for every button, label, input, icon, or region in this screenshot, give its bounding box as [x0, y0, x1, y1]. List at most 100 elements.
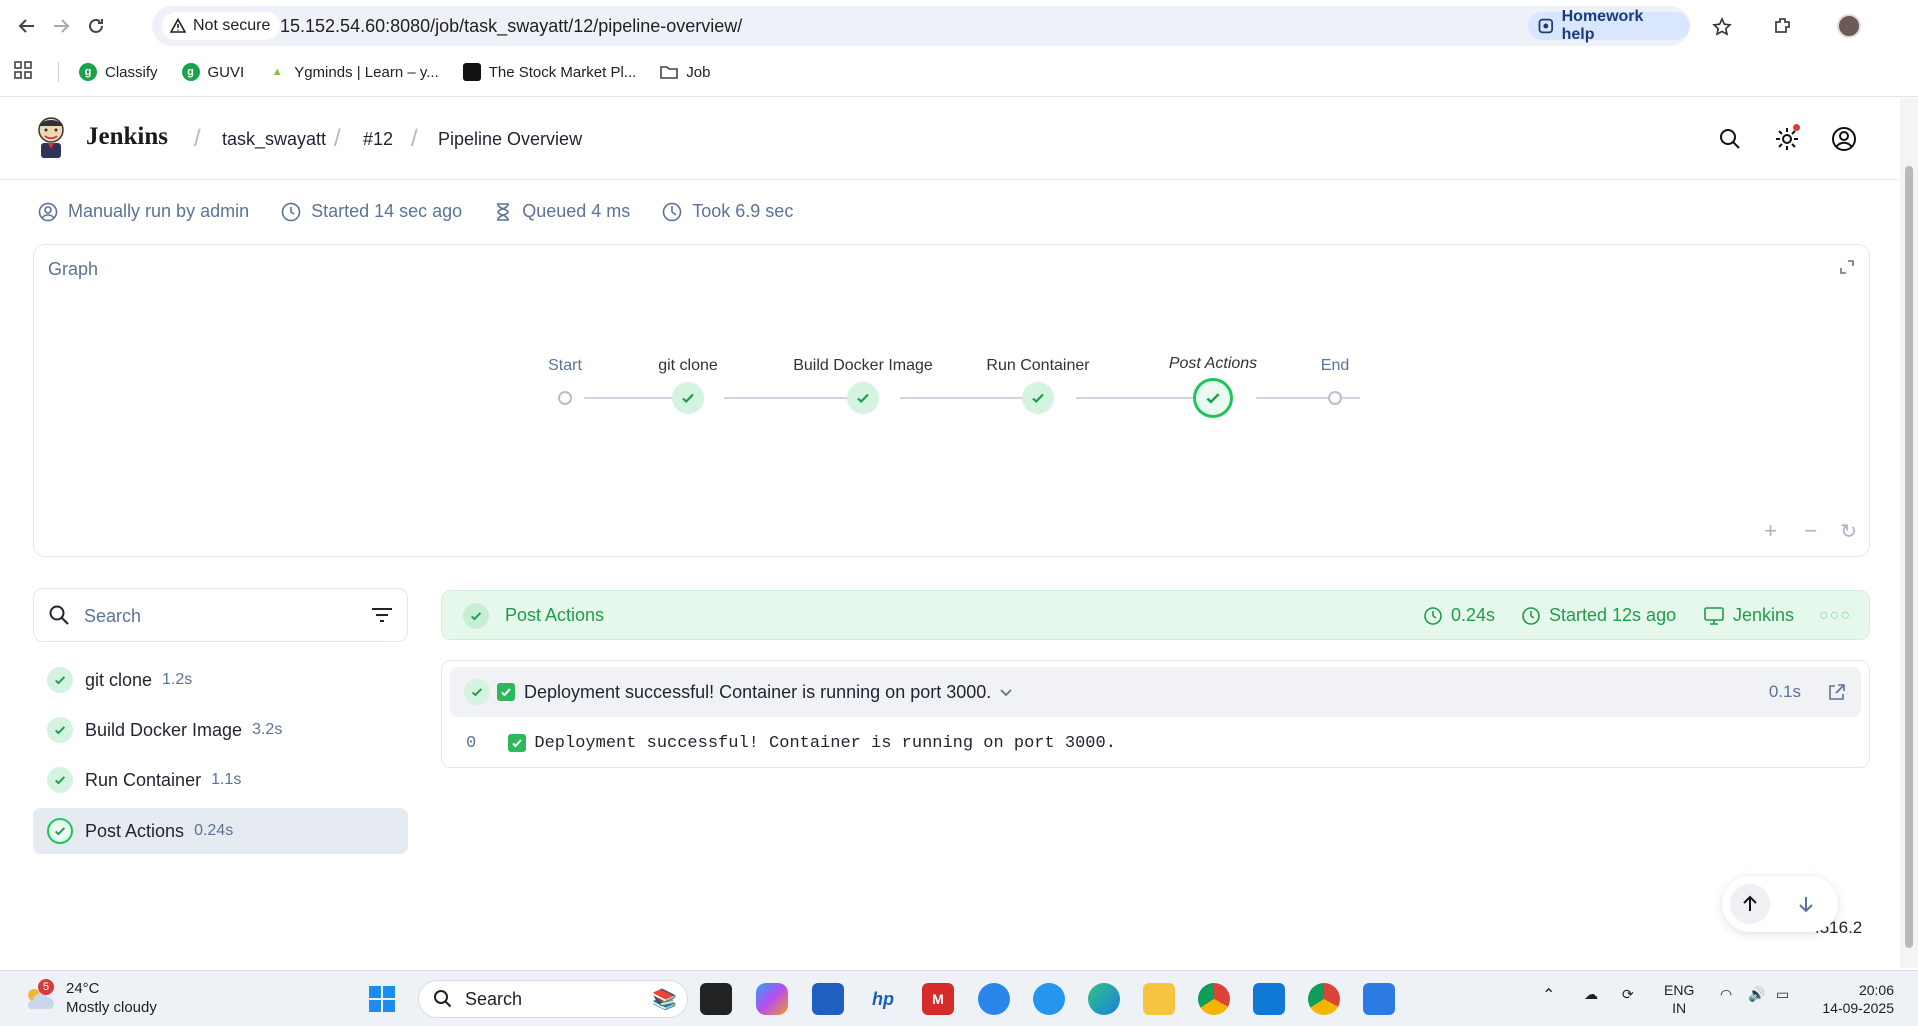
weather-widget[interactable]: 5 24°C Mostly cloudy: [22, 979, 157, 1017]
docker-icon[interactable]: [1033, 983, 1065, 1015]
stage-duration: 3.2s: [252, 721, 283, 738]
clock[interactable]: 20:06 14-09-2025: [1812, 981, 1894, 1017]
volume-icon[interactable]: 🔊: [1748, 985, 1765, 1003]
apps-grid-icon[interactable]: [14, 61, 34, 83]
more-options-icon[interactable]: ○○○: [1819, 607, 1851, 625]
pen-app-icon[interactable]: [978, 983, 1010, 1015]
graph-label-build-docker-image: Build Docker Image: [793, 357, 933, 374]
mcafee-icon[interactable]: M: [922, 983, 954, 1015]
books-icon: 📚: [652, 988, 677, 1011]
open-external-icon[interactable]: [1827, 682, 1847, 702]
graph-node-run-container[interactable]: [1022, 382, 1054, 414]
graph-connector: [724, 397, 866, 399]
file-explorer-icon[interactable]: [1143, 983, 1175, 1015]
security-indicator[interactable]: Not secure: [162, 12, 281, 40]
graph-label-start: Start: [548, 357, 582, 374]
stage-list-item-build-docker-image[interactable]: Build Docker Image 3.2s: [33, 707, 408, 753]
graph-node-build-docker-image[interactable]: [847, 382, 879, 414]
url-text[interactable]: 15.152.54.60:8080/job/task_swayatt/12/pi…: [280, 16, 742, 37]
stage-name: git clone: [85, 669, 153, 690]
graph-label-git-clone: git clone: [658, 357, 718, 374]
zoom-in-button[interactable]: +: [1764, 518, 1777, 544]
breadcrumb-job[interactable]: task_swayatt: [222, 129, 326, 150]
bookmark-guvi[interactable]: g GUVI: [181, 63, 244, 81]
filter-icon[interactable]: [371, 605, 393, 625]
reset-view-button[interactable]: ↻: [1840, 519, 1857, 544]
graph-node-git-clone[interactable]: [672, 382, 704, 414]
chevron-down-icon[interactable]: [998, 684, 1014, 700]
scroll-to-top-button[interactable]: [1730, 884, 1770, 924]
run-duration: Took 6.9 sec: [662, 201, 793, 222]
forward-button[interactable]: [46, 11, 76, 41]
success-check-icon: [47, 818, 73, 844]
windows-start-icon[interactable]: [366, 983, 398, 1015]
scroll-to-bottom-button[interactable]: [1786, 884, 1826, 924]
clock-date: 14-09-2025: [1822, 1000, 1894, 1016]
task-view-icon[interactable]: [700, 983, 732, 1015]
weather-temperature: 24°C: [66, 980, 100, 997]
jenkins-logo-icon[interactable]: [34, 116, 68, 160]
clock-icon: [1522, 606, 1540, 625]
bookmark-star-icon[interactable]: [1712, 17, 1732, 42]
zoom-out-button[interactable]: −: [1804, 518, 1817, 544]
step-row[interactable]: Deployment successful! Container is runn…: [450, 667, 1861, 717]
chrome-active-icon[interactable]: [1198, 983, 1230, 1015]
language-indicator[interactable]: ENG IN: [1664, 981, 1694, 1017]
page-scrollbar[interactable]: [1900, 98, 1918, 968]
tray-overflow-icon[interactable]: ⌃: [1542, 987, 1555, 1005]
sync-icon[interactable]: ⟳: [1622, 985, 1634, 1003]
stage-detail-agent[interactable]: Jenkins: [1703, 605, 1794, 626]
stage-list-item-run-container[interactable]: Run Container 1.1s: [33, 757, 408, 803]
breadcrumb-build[interactable]: #12: [363, 129, 393, 150]
bookmark-stock-market[interactable]: The Stock Market Pl...: [462, 63, 636, 81]
scrollbar-thumb[interactable]: [1905, 166, 1913, 948]
checkbox-emoji-icon: [508, 734, 526, 752]
graph-label-post-actions: Post Actions: [1168, 355, 1258, 372]
search-icon[interactable]: [1715, 124, 1745, 154]
homework-help-button[interactable]: Homework help: [1528, 8, 1690, 43]
stage-list-item-git-clone[interactable]: git clone 1.2s: [33, 657, 408, 703]
wifi-icon[interactable]: ◠: [1720, 985, 1732, 1003]
store-icon[interactable]: [812, 983, 844, 1015]
guvi-logo-icon: g: [79, 63, 97, 81]
run-trigger: Manually run by admin: [38, 201, 249, 222]
graph-node-end: [1328, 391, 1342, 405]
graph-node-post-actions[interactable]: [1193, 378, 1233, 418]
weather-badge: 5: [38, 979, 54, 995]
extensions-icon[interactable]: [1768, 11, 1798, 41]
timer-icon: [662, 202, 682, 221]
jenkins-brand[interactable]: Jenkins: [86, 123, 168, 151]
language-top: ENG: [1664, 982, 1695, 998]
bookmark-classify[interactable]: g Classify: [79, 63, 158, 81]
hp-icon[interactable]: hp: [867, 983, 899, 1015]
graph-connector: [900, 397, 1042, 399]
edge-icon[interactable]: [1088, 983, 1120, 1015]
address-bar[interactable]: Not secure 15.152.54.60:8080/job/task_sw…: [152, 6, 1732, 46]
stage-name: Build Docker Image: [85, 719, 243, 740]
onedrive-icon[interactable]: ☁: [1584, 985, 1598, 1003]
hourglass-icon: [497, 202, 510, 221]
pipeline-graph-card: Graph Start git clone Build Docker Image…: [33, 244, 1870, 557]
bookmark-ygminds[interactable]: ▲ Ygminds | Learn – y...: [268, 63, 439, 81]
vscode-icon[interactable]: [1253, 983, 1285, 1015]
browser-chrome: Not secure 15.152.54.60:8080/job/task_sw…: [0, 0, 1918, 97]
battery-icon[interactable]: ▭: [1776, 985, 1789, 1003]
run-started-text: Started 14 sec ago: [311, 201, 463, 221]
settings-gear-icon[interactable]: [1772, 124, 1802, 154]
chrome-icon[interactable]: [1308, 983, 1340, 1015]
bookmark-job-folder[interactable]: Job: [660, 64, 710, 81]
stage-list-item-post-actions[interactable]: Post Actions 0.24s: [33, 808, 408, 854]
copilot-icon[interactable]: [756, 983, 788, 1015]
run-queued: Queued 4 ms: [494, 201, 630, 222]
notepad-icon[interactable]: [1363, 983, 1395, 1015]
clock-icon: [281, 202, 301, 221]
breadcrumb-separator: /: [334, 125, 341, 152]
back-button[interactable]: [12, 11, 42, 41]
taskbar-search[interactable]: Search 📚: [418, 980, 688, 1018]
breadcrumb-page[interactable]: Pipeline Overview: [438, 129, 582, 150]
profile-avatar[interactable]: [1834, 11, 1864, 41]
stage-search-input[interactable]: [84, 601, 334, 631]
user-account-icon[interactable]: [1829, 124, 1859, 154]
expand-icon[interactable]: [1839, 259, 1855, 280]
reload-button[interactable]: [81, 11, 111, 41]
